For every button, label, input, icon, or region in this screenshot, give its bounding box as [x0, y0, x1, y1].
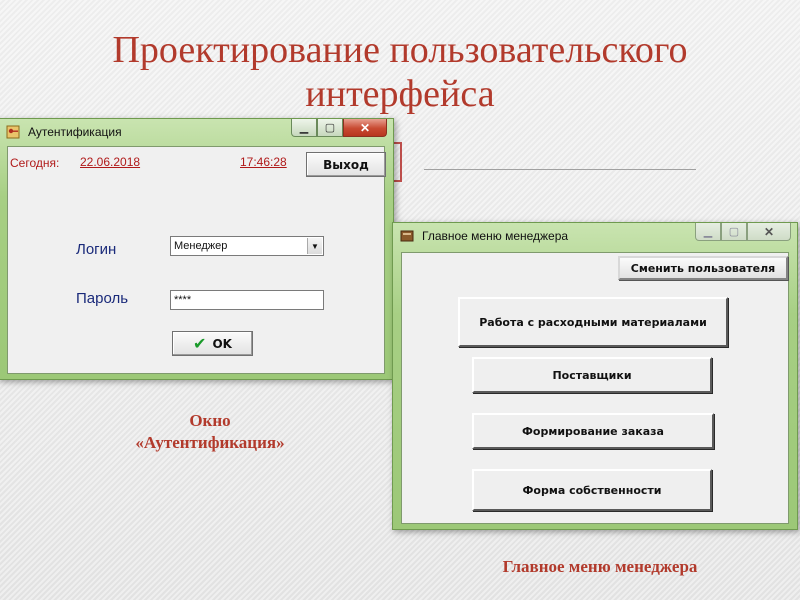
minimize-button[interactable]: ▁	[695, 223, 721, 241]
today-label: Сегодня:	[10, 156, 60, 170]
time-value: 17:46:28	[240, 155, 287, 169]
auth-caption-line2: «Аутентификация»	[135, 433, 285, 452]
date-value: 22.06.2018	[80, 155, 141, 169]
auth-titlebar[interactable]: Аутентификация ▁ ▢ ✕	[0, 119, 393, 145]
auth-window: Аутентификация ▁ ▢ ✕ Сегодня: 22.06.2018…	[0, 118, 394, 380]
login-label: Логин	[76, 241, 117, 258]
check-icon: ✔	[193, 334, 207, 353]
main-menu-caption: Главное меню менеджера	[502, 557, 698, 576]
order-forming-button[interactable]: Формирование заказа	[472, 413, 714, 449]
main-menu-window: Главное меню менеджера ▁ ▢ ✕ Сменить пол…	[392, 222, 798, 530]
login-select-value: Менеджер	[174, 240, 228, 252]
close-button[interactable]: ✕	[343, 119, 387, 137]
chevron-down-icon[interactable]: ▼	[307, 238, 322, 254]
consumables-button[interactable]: Работа с расходными материалами	[458, 297, 728, 347]
main-client-area: Сменить пользователя Работа с расходными…	[401, 252, 789, 524]
minimize-button[interactable]: ▁	[291, 119, 317, 137]
maximize-button[interactable]: ▢	[317, 119, 343, 137]
auth-window-caption: Окно «Аутентификация»	[60, 410, 360, 454]
login-select[interactable]: Менеджер ▼	[170, 236, 324, 256]
maximize-button[interactable]: ▢	[721, 223, 747, 241]
change-user-button[interactable]: Сменить пользователя	[618, 256, 788, 280]
form-icon	[400, 229, 414, 243]
main-titlebar[interactable]: Главное меню менеджера ▁ ▢ ✕	[393, 223, 797, 249]
auth-window-title: Аутентификация	[28, 125, 122, 139]
suppliers-button[interactable]: Поставщики	[472, 357, 712, 393]
ok-button-label: OK	[212, 336, 232, 351]
slide-title: Проектирование пользовательского интерфе…	[112, 29, 688, 115]
password-label: Пароль	[76, 290, 129, 307]
ownership-form-button[interactable]: Форма собственности	[472, 469, 712, 511]
auth-client-area: Сегодня: 22.06.2018 17:46:28 Выход Логин…	[7, 146, 386, 374]
decorative-line	[424, 169, 696, 170]
exit-button[interactable]: Выход	[306, 152, 386, 177]
password-field[interactable]: ****	[170, 290, 324, 310]
main-window-title: Главное меню менеджера	[422, 229, 569, 243]
key-icon	[6, 125, 20, 139]
auth-caption-line1: Окно	[189, 411, 231, 430]
ok-button[interactable]: ✔ OK	[172, 331, 253, 356]
close-button[interactable]: ✕	[747, 223, 791, 241]
